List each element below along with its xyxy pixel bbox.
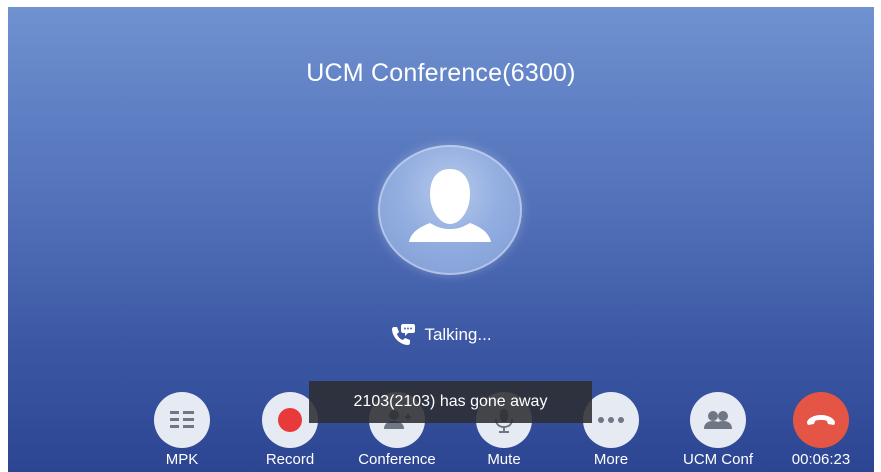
- end-call-icon: [807, 415, 835, 425]
- ucm-conf-button[interactable]: UCM Conf: [668, 392, 768, 472]
- contact-avatar: [378, 145, 522, 275]
- status-text: Talking...: [424, 325, 492, 344]
- more-dots-icon: [598, 417, 624, 423]
- mpk-button[interactable]: MPK: [132, 392, 232, 472]
- call-title: UCM Conference(6300): [306, 59, 576, 87]
- toast-notification: 2103(2103) has gone away: [309, 381, 592, 423]
- call-screen: UCM Conference(6300) Talking... MPK Reco…: [8, 7, 874, 472]
- talking-phone-icon: [392, 324, 416, 345]
- call-timer: 00:06:23: [791, 451, 851, 468]
- end-call-button[interactable]: 00:06:23: [771, 392, 871, 472]
- record-dot-icon: [278, 408, 302, 432]
- more-label: More: [593, 451, 629, 468]
- mute-label: Mute: [487, 451, 521, 468]
- person-icon: [409, 169, 491, 242]
- call-status: Talking...: [8, 323, 874, 347]
- record-label: Record: [265, 451, 315, 468]
- group-icon: [704, 411, 732, 429]
- ucm-conf-label: UCM Conf: [682, 451, 753, 468]
- conference-label: Conference: [358, 451, 436, 468]
- mpk-grid-icon: [170, 411, 194, 428]
- mpk-label: MPK: [165, 451, 199, 468]
